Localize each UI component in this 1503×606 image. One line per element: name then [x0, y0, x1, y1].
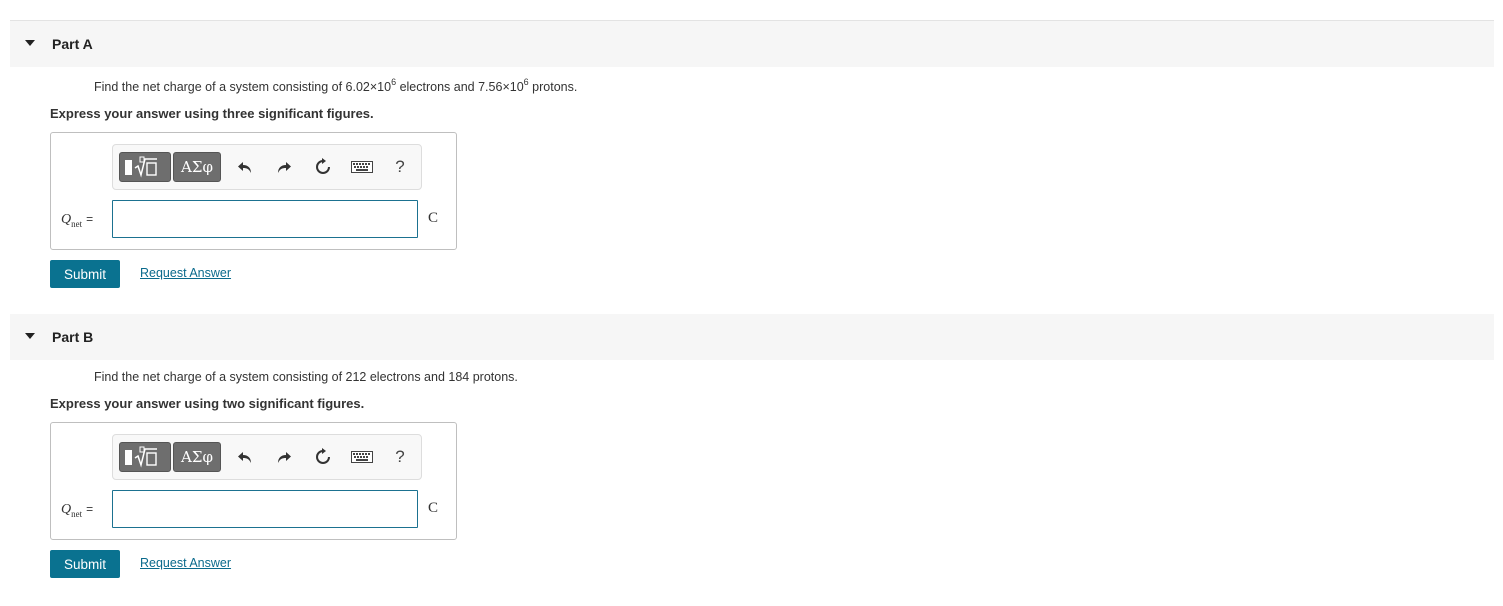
templates-button[interactable]: [119, 442, 171, 472]
undo-button[interactable]: [234, 445, 256, 469]
math-toolbar: ΑΣφ ?: [112, 144, 422, 190]
greek-symbols-button[interactable]: ΑΣφ: [173, 442, 221, 472]
keyboard-button[interactable]: [350, 445, 374, 469]
keyboard-button[interactable]: [350, 155, 374, 179]
help-button[interactable]: ?: [389, 445, 411, 469]
answer-variable-label: Qnet =: [61, 212, 94, 229]
redo-button[interactable]: [273, 155, 295, 179]
part-a-request-answer-link[interactable]: Request Answer: [140, 266, 231, 280]
undo-icon: [238, 452, 251, 463]
greek-symbols-icon: ΑΣφ: [181, 158, 213, 176]
redo-button[interactable]: [273, 445, 295, 469]
reset-icon: [316, 158, 330, 174]
reset-icon: [316, 448, 330, 464]
templates-button[interactable]: [119, 152, 171, 182]
part-a-answer-input[interactable]: [112, 200, 418, 238]
part-b-submit-button[interactable]: Submit: [50, 550, 120, 578]
part-a-question: Find the net charge of a system consisti…: [94, 77, 578, 95]
redo-icon: [278, 452, 291, 463]
reset-button[interactable]: [312, 155, 334, 179]
part-b-header[interactable]: Part B: [10, 314, 1494, 360]
part-b-title: Part B: [52, 329, 94, 345]
math-toolbar: ΑΣφ ?: [112, 434, 422, 480]
help-icon: ?: [395, 157, 405, 176]
part-a-instruction: Express your answer using three signific…: [50, 106, 374, 121]
part-b-answer-box: ΑΣφ ? Qnet = C: [50, 422, 457, 540]
part-a-title: Part A: [52, 36, 93, 52]
undo-icon: [238, 162, 251, 173]
part-b-question: Find the net charge of a system consisti…: [94, 370, 518, 384]
keyboard-icon: [351, 451, 373, 463]
part-a-submit-button[interactable]: Submit: [50, 260, 120, 288]
unit-label: C: [428, 500, 439, 516]
collapse-caret-icon[interactable]: [25, 40, 35, 46]
part-a-answer-box: ΑΣφ ? Qnet = C: [50, 132, 457, 250]
templates-icon: [125, 446, 157, 468]
keyboard-icon: [351, 161, 373, 173]
answer-variable-label: Qnet =: [61, 502, 94, 519]
undo-button[interactable]: [234, 155, 256, 179]
help-button[interactable]: ?: [389, 155, 411, 179]
unit-label: C: [428, 210, 439, 226]
templates-icon: [125, 156, 157, 178]
part-b-answer-input[interactable]: [112, 490, 418, 528]
greek-symbols-icon: ΑΣφ: [181, 448, 213, 466]
redo-icon: [278, 162, 291, 173]
part-a-header[interactable]: Part A: [10, 21, 1494, 67]
collapse-caret-icon[interactable]: [25, 333, 35, 339]
help-icon: ?: [395, 447, 405, 466]
part-b-request-answer-link[interactable]: Request Answer: [140, 556, 231, 570]
greek-symbols-button[interactable]: ΑΣφ: [173, 152, 221, 182]
part-b-instruction: Express your answer using two significan…: [50, 396, 365, 411]
reset-button[interactable]: [312, 445, 334, 469]
